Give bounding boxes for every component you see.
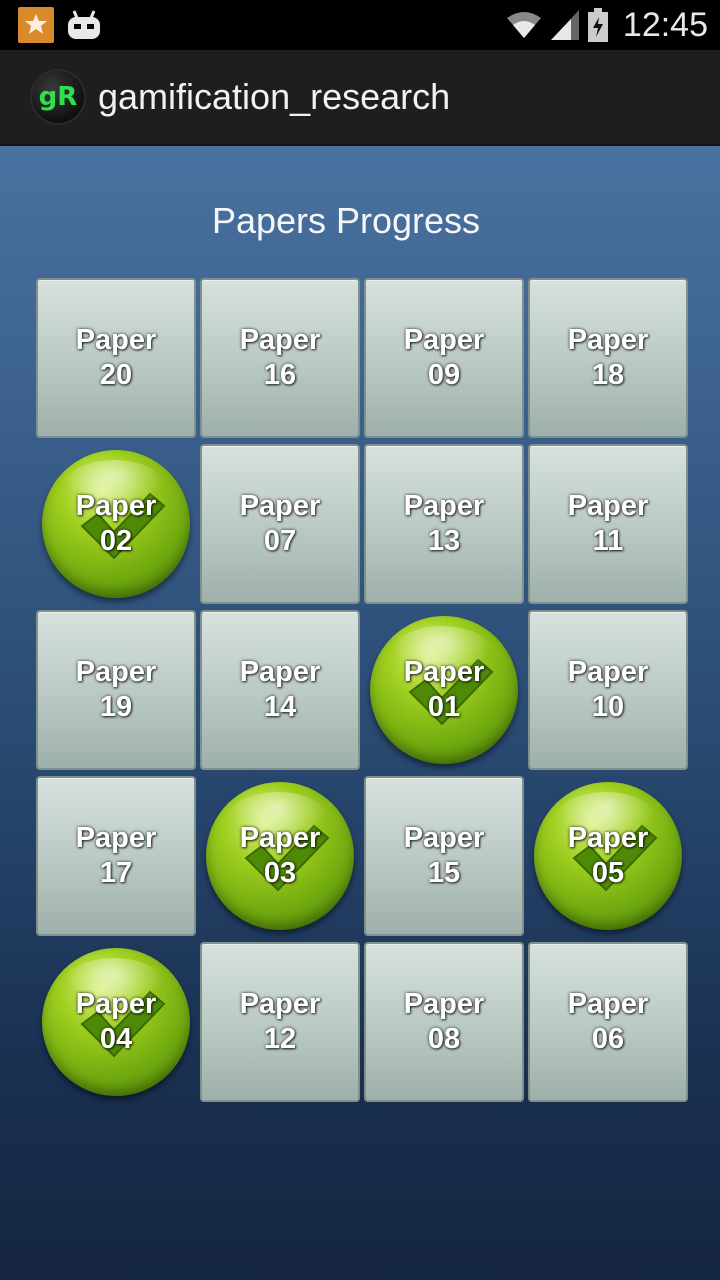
paper-tile-completed[interactable]: Paper 03 (200, 776, 360, 936)
paper-tile[interactable]: Paper 13 (364, 444, 524, 604)
status-bar: 12:45 (0, 0, 720, 50)
paper-tile-completed[interactable]: Paper 02 (36, 444, 196, 604)
cyanogen-robot-icon (66, 7, 102, 43)
app-logo[interactable]: gR (30, 69, 86, 125)
paper-tile-label: Paper 13 (403, 490, 485, 557)
paper-tile-label: Paper 04 (75, 988, 157, 1055)
paper-tile[interactable]: Paper 18 (528, 278, 688, 438)
papers-grid: Paper 20 Paper 16 Paper 09 Paper 18 Paper 02… (36, 278, 688, 1102)
page-title: Papers Progress (211, 200, 481, 241)
paper-tile[interactable]: Paper 07 (200, 444, 360, 604)
app-title: gamification_research (98, 76, 451, 117)
paper-tile-label: Paper 03 (239, 822, 321, 889)
paper-tile[interactable]: Paper 16 (200, 278, 360, 438)
paper-tile-completed[interactable]: Paper 01 (364, 610, 524, 770)
paper-tile[interactable]: Paper 17 (36, 776, 196, 936)
main-content: Papers Progress Paper 20 Paper 16 Paper 09… (0, 146, 720, 1280)
paper-tile[interactable]: Paper 11 (528, 444, 688, 604)
clock: 12:45 (622, 5, 708, 44)
action-bar: gR gamification_research (0, 50, 720, 146)
paper-tile[interactable]: Paper 06 (528, 942, 688, 1102)
paper-tile[interactable]: Paper 19 (36, 610, 196, 770)
paper-tile-label: Paper 07 (239, 490, 321, 557)
paper-tile-label: Paper 12 (239, 988, 321, 1055)
paper-tile-label: Paper 15 (403, 822, 485, 889)
paper-tile-label: Paper 10 (567, 656, 649, 723)
paper-tile-label: Paper 06 (567, 988, 649, 1055)
paper-tile-completed[interactable]: Paper 04 (36, 942, 196, 1102)
paper-tile-label: Paper 17 (75, 822, 157, 889)
wifi-icon (506, 12, 541, 38)
paper-tile-label: Paper 20 (75, 324, 157, 391)
paper-tile-label: Paper 18 (567, 324, 649, 391)
paper-tile[interactable]: Paper 12 (200, 942, 360, 1102)
paper-tile-label: Paper 16 (239, 324, 321, 391)
paper-tile-label: Paper 01 (403, 656, 485, 723)
notification-icon (18, 7, 54, 43)
paper-tile[interactable]: Paper 14 (200, 610, 360, 770)
paper-tile[interactable]: Paper 08 (364, 942, 524, 1102)
paper-tile-label: Paper 02 (75, 490, 157, 557)
paper-tile-label: Paper 09 (403, 324, 485, 391)
signal-icon (550, 10, 579, 40)
battery-charging-icon (587, 8, 608, 42)
paper-tile-label: Paper 14 (239, 656, 321, 723)
paper-tile[interactable]: Paper 09 (364, 278, 524, 438)
paper-tile-completed[interactable]: Paper 05 (528, 776, 688, 936)
paper-tile-label: Paper 08 (403, 988, 485, 1055)
paper-tile-label: Paper 11 (567, 490, 649, 557)
paper-tile-label: Paper 19 (75, 656, 157, 723)
paper-tile[interactable]: Paper 15 (364, 776, 524, 936)
paper-tile[interactable]: Paper 10 (528, 610, 688, 770)
paper-tile[interactable]: Paper 20 (36, 278, 196, 438)
paper-tile-label: Paper 05 (567, 822, 649, 889)
